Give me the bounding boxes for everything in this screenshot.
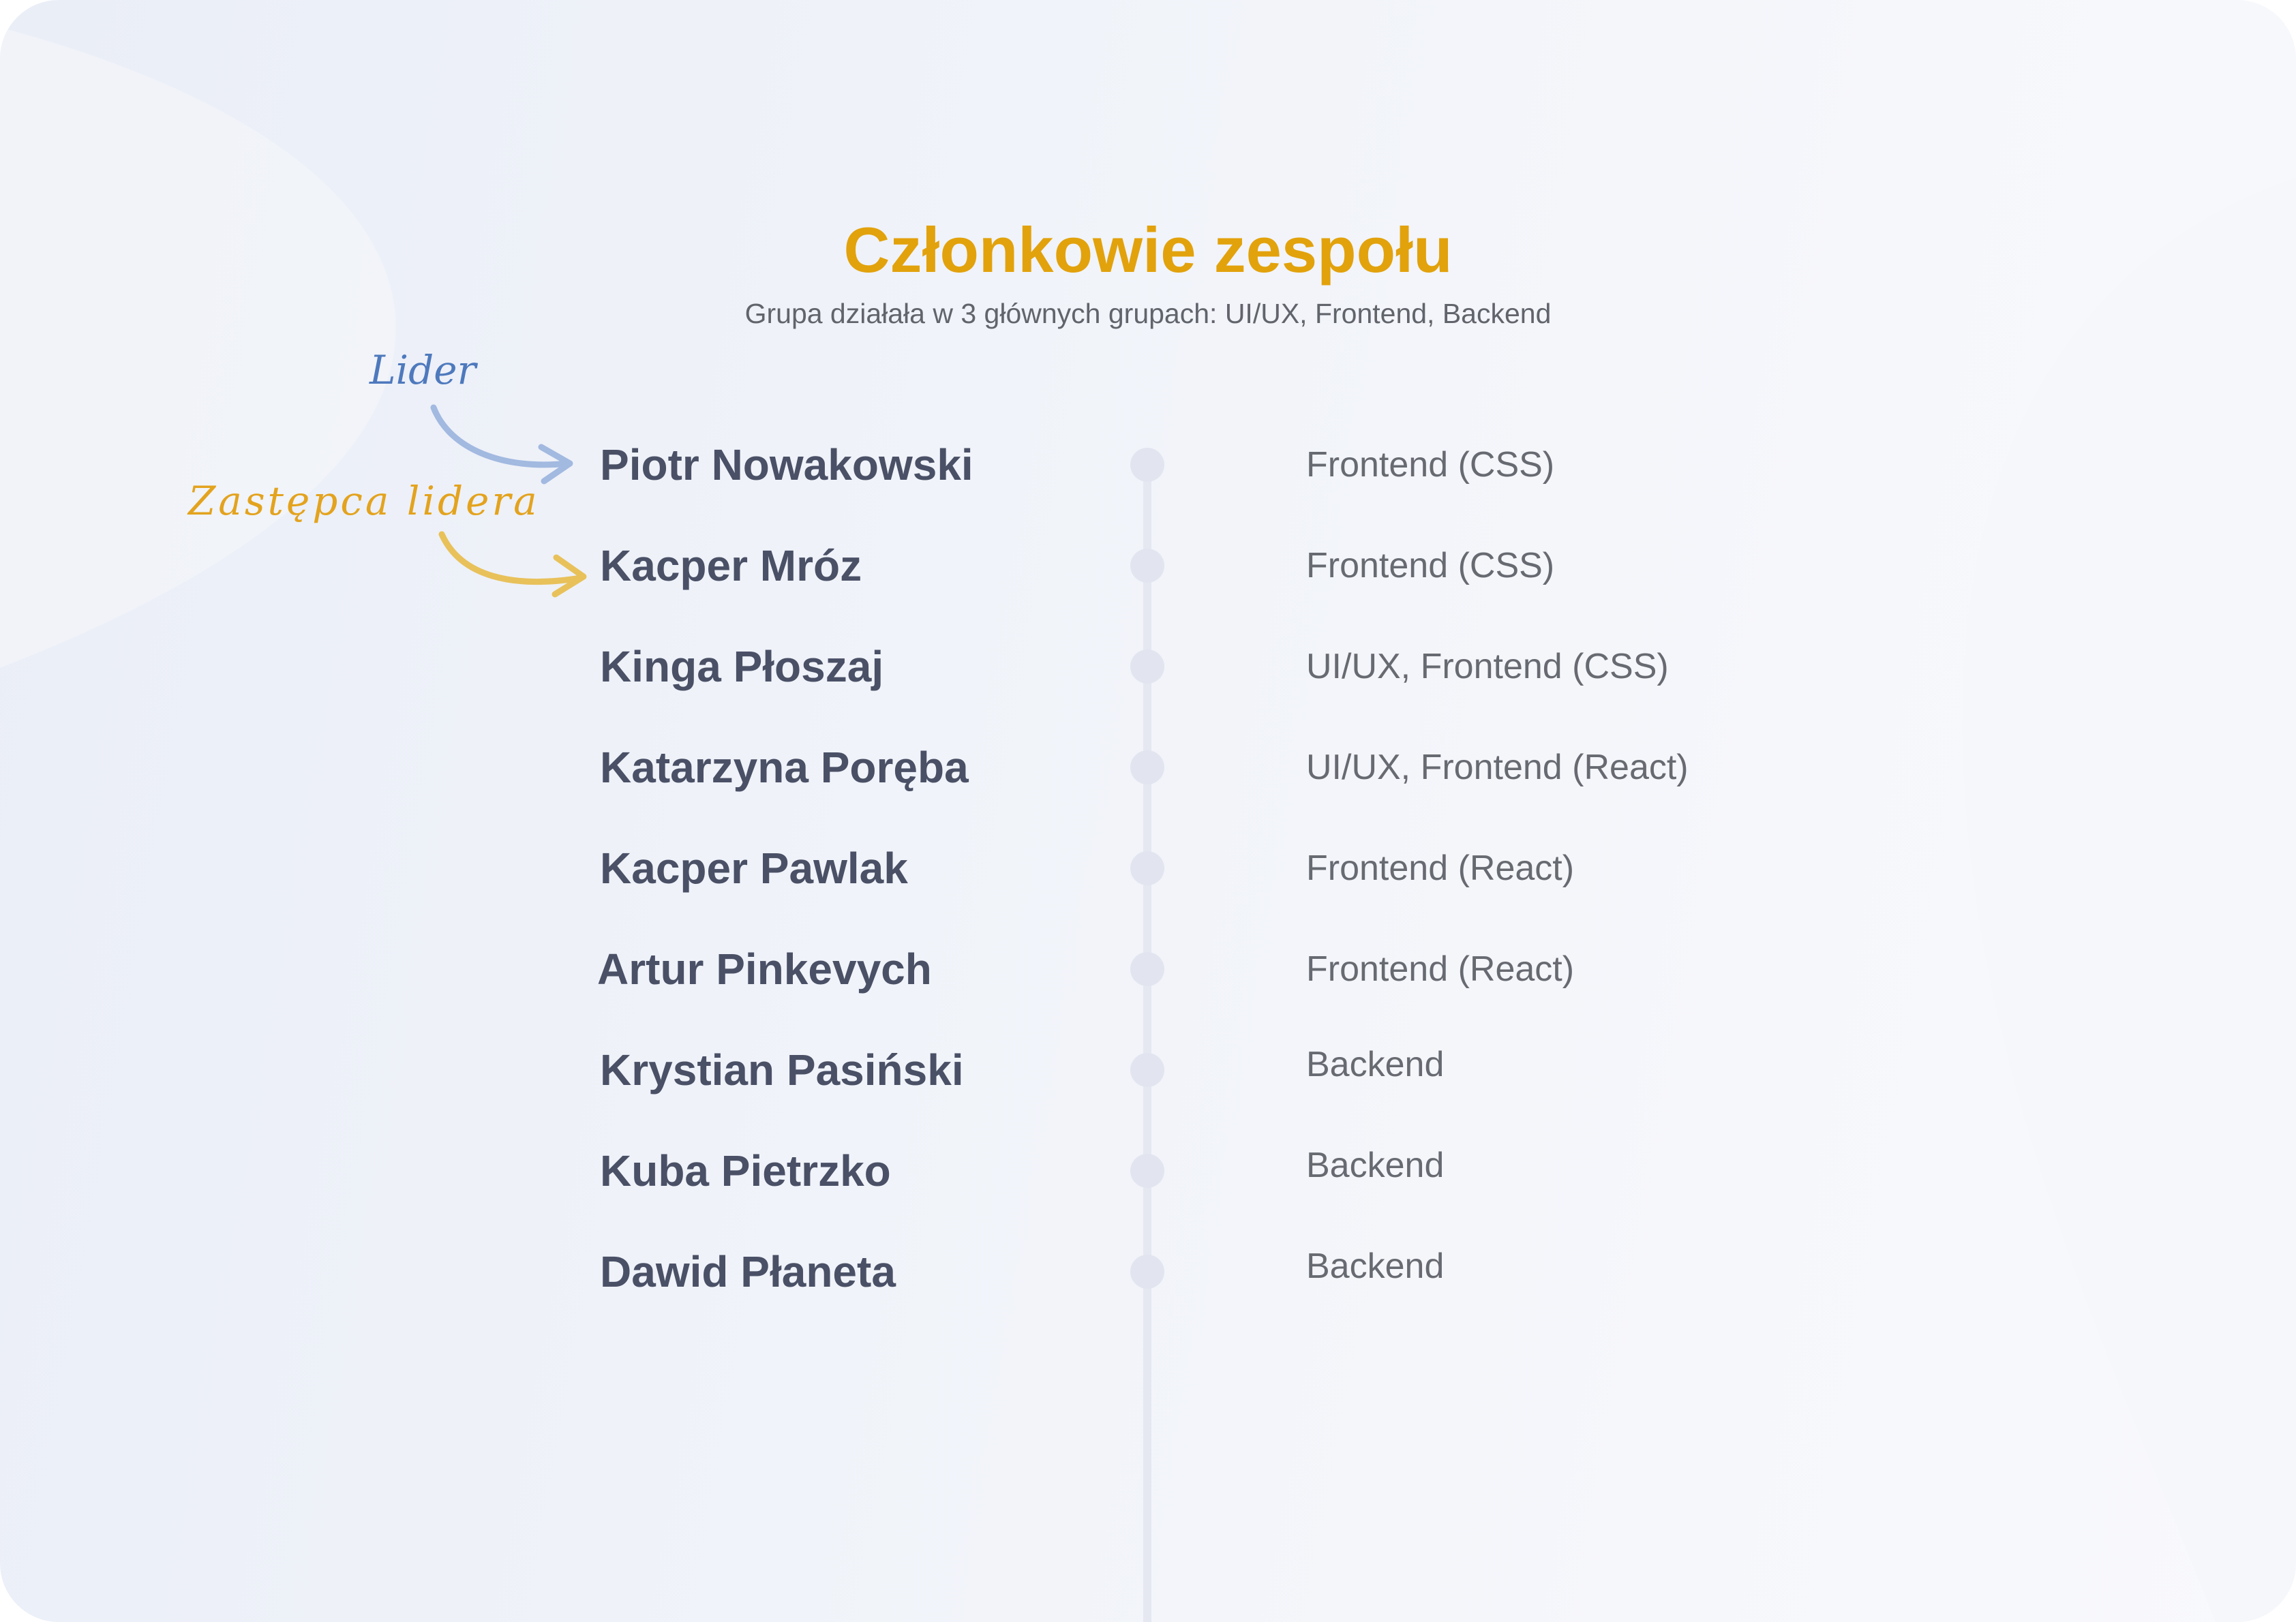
slide-canvas: Członkowie zespołu Grupa działała w 3 gł… <box>0 0 2296 1622</box>
deputy-arrow-icon <box>438 531 587 598</box>
